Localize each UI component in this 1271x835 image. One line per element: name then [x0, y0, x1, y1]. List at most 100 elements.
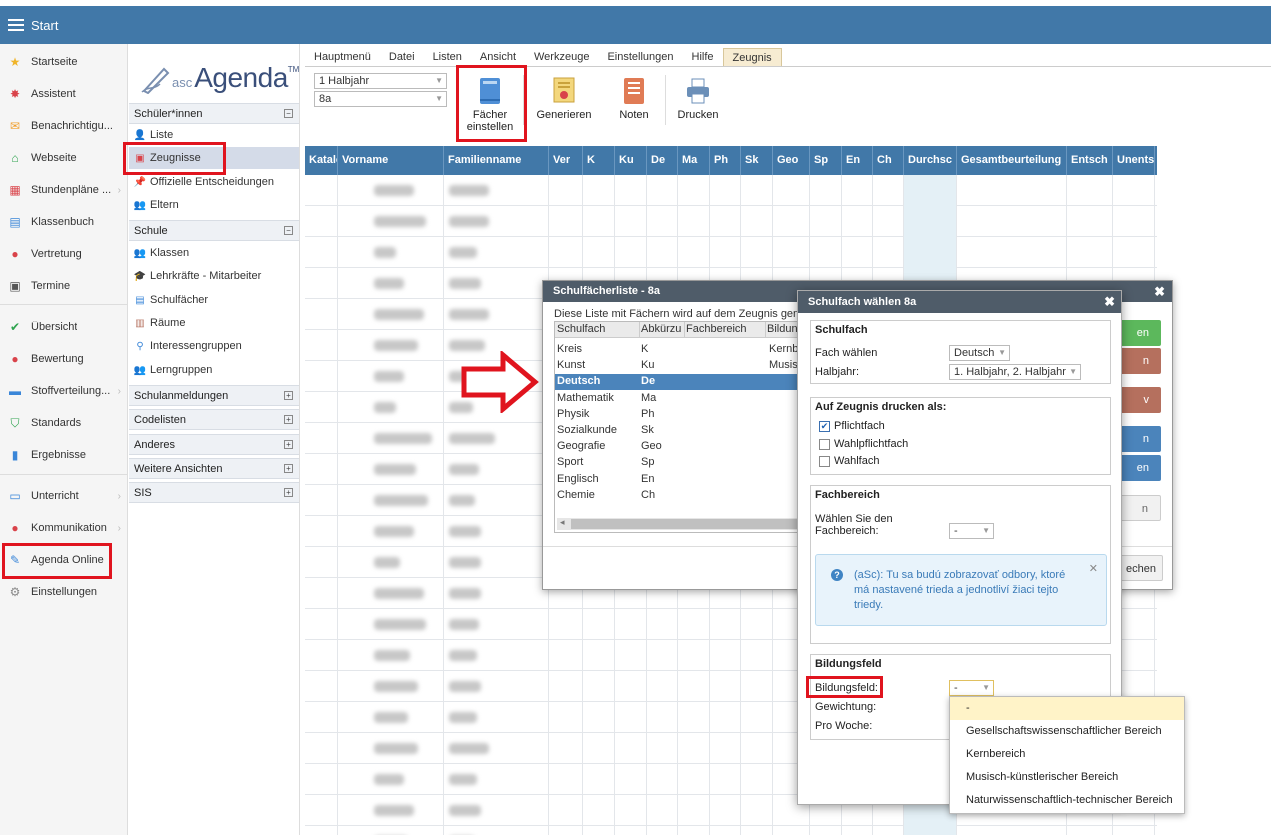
scroll-left-icon[interactable]: ◂: [560, 517, 565, 528]
column-header-k[interactable]: K: [583, 146, 615, 175]
column-header-en[interactable]: En: [842, 146, 873, 175]
menu-hilfe[interactable]: Hilfe: [683, 48, 723, 66]
nav-item-termine[interactable]: ▣ Termine: [0, 271, 127, 301]
nav-item-ergebnisse[interactable]: ▮ Ergebnisse: [0, 440, 127, 470]
dropdown-option-kernbereich[interactable]: Kernbereich: [950, 743, 1184, 766]
column-header-ph[interactable]: Ph: [710, 146, 741, 175]
menu-einstellungen[interactable]: Einstellungen: [598, 48, 682, 66]
column-header-de[interactable]: De: [647, 146, 678, 175]
wahlpflichtfach-checkbox[interactable]: [819, 439, 830, 450]
expand-icon[interactable]: +: [284, 488, 293, 497]
menu-ansicht[interactable]: Ansicht: [471, 48, 525, 66]
table-row[interactable]: [305, 175, 1157, 206]
expand-icon[interactable]: +: [284, 440, 293, 449]
dropdown-option-naturwissenschaftlich-technischer-bereich[interactable]: Naturwissenschaftlich-technischer Bereic…: [950, 789, 1184, 812]
subject-list-column-abkurzu[interactable]: Abkürzu: [641, 323, 681, 335]
collapse-icon[interactable]: −: [284, 109, 293, 118]
subject-row-chemie[interactable]: Chemie Ch: [555, 488, 803, 504]
bildungsfeld-select[interactable]: - ▼: [949, 680, 994, 696]
close-icon[interactable]: ✖: [1154, 284, 1165, 300]
nav-item-bewertung[interactable]: ● Bewertung: [0, 344, 127, 374]
subject-row-sozialkunde[interactable]: Sozialkunde Sk: [555, 423, 803, 439]
section-sec-schueler[interactable]: Schüler*innen −: [129, 103, 299, 124]
nav-item-standards[interactable]: ⛉ Standards: [0, 408, 127, 438]
horizontal-scrollbar[interactable]: ◂: [557, 517, 803, 530]
fach-select[interactable]: Deutsch ▼: [949, 345, 1010, 361]
expand-icon[interactable]: +: [284, 464, 293, 473]
nav-item-webseite[interactable]: ⌂ Webseite: [0, 143, 127, 173]
panel-item-items-schule-1[interactable]: 🎓 Lehrkräfte - Mitarbeiter: [129, 265, 299, 287]
collapse-icon[interactable]: −: [284, 226, 293, 235]
fachbereich-select[interactable]: - ▼: [949, 523, 994, 539]
generieren-button[interactable]: Generieren: [535, 77, 593, 121]
column-header-vorname[interactable]: Vorname: [338, 146, 444, 175]
dropdown-option-musisch-kunstlerischer-bereich[interactable]: Musisch-künstlerischer Bereich: [950, 766, 1184, 789]
section-1[interactable]: Codelisten +: [129, 409, 299, 430]
remove-button[interactable]: v: [1119, 387, 1161, 413]
nav-item-benachrichtigu[interactable]: ✉ Benachrichtigu...: [0, 111, 127, 141]
column-header-gesamtbeurteilung[interactable]: Gesamtbeurteilung: [957, 146, 1067, 175]
subject-row-physik[interactable]: Physik Ph: [555, 407, 803, 423]
column-header-ver[interactable]: Ver: [549, 146, 583, 175]
panel-item-items-schule-0[interactable]: 👥 Klassen: [129, 242, 299, 264]
menu-listen[interactable]: Listen: [424, 48, 471, 66]
subject-row-englisch[interactable]: Englisch En: [555, 472, 803, 488]
top-bar-title[interactable]: Start: [31, 18, 58, 33]
column-header-familienname[interactable]: Familienname: [444, 146, 549, 175]
table-row[interactable]: [305, 237, 1157, 268]
column-header-sp[interactable]: Sp: [810, 146, 842, 175]
hamburger-menu-icon[interactable]: [8, 19, 24, 31]
panel-item-items-schueler-3[interactable]: 👥 Eltern: [129, 194, 299, 216]
menu-werkzeuge[interactable]: Werkzeuge: [525, 48, 598, 66]
drucken-button[interactable]: Drucken: [675, 77, 721, 121]
subject-row-sport[interactable]: Sport Sp: [555, 455, 803, 471]
nav-item-stundenplane[interactable]: ▦ Stundenpläne ... ›: [0, 175, 127, 205]
move-up-button[interactable]: n: [1119, 426, 1161, 452]
edit-button[interactable]: n: [1119, 348, 1161, 374]
section-sec-schule[interactable]: Schule −: [129, 220, 299, 241]
close-icon[interactable]: ✖: [1104, 294, 1115, 310]
panel-item-items-schule-4[interactable]: ⚲ Interessengruppen: [129, 335, 299, 357]
expand-icon[interactable]: +: [284, 415, 293, 424]
subject-list-column-schulfach[interactable]: Schulfach: [557, 323, 605, 335]
panel-item-items-schule-5[interactable]: 👥 Lerngruppen: [129, 359, 299, 381]
nav-item-klassenbuch[interactable]: ▤ Klassenbuch: [0, 207, 127, 237]
subject-row-geografie[interactable]: Geografie Geo: [555, 439, 803, 455]
menu-datei[interactable]: Datei: [380, 48, 424, 66]
section-2[interactable]: Anderes +: [129, 434, 299, 455]
section-4[interactable]: SIS +: [129, 482, 299, 503]
subject-list-column-fachbereich[interactable]: Fachbereich: [686, 323, 747, 335]
dropdown-option-gesellschaftswissenschaftlicher-bereich[interactable]: Gesellschaftswissenschaftlicher Bereich: [950, 720, 1184, 743]
nav-item-einstellungen[interactable]: ⚙ Einstellungen: [0, 577, 127, 607]
column-header-unents[interactable]: Unents: [1113, 146, 1155, 175]
wahlfach-checkbox[interactable]: [819, 456, 830, 467]
column-header-ma[interactable]: Ma: [678, 146, 710, 175]
period-select[interactable]: 1 Halbjahr ▼: [314, 73, 447, 89]
pflichtfach-checkbox[interactable]: ✔: [819, 421, 830, 432]
section-0[interactable]: Schulanmeldungen +: [129, 385, 299, 406]
expand-icon[interactable]: +: [284, 391, 293, 400]
column-header-ch[interactable]: Ch: [873, 146, 904, 175]
nav-item-startseite[interactable]: ★ Startseite: [0, 47, 127, 77]
class-select[interactable]: 8a ▼: [314, 91, 447, 107]
move-down-button[interactable]: en: [1119, 455, 1161, 481]
close-info-icon[interactable]: ✕: [1089, 562, 1098, 575]
section-3[interactable]: Weitere Ansichten +: [129, 458, 299, 479]
subject-list-column-bildun[interactable]: Bildun: [767, 323, 798, 335]
subject-row-mathematik[interactable]: Mathematik Ma: [555, 391, 803, 407]
nav-item-assistent[interactable]: ✸ Assistent: [0, 79, 127, 109]
close-dialog-button[interactable]: echen: [1119, 555, 1163, 581]
other-button[interactable]: n: [1119, 495, 1161, 521]
halbjahr-select[interactable]: 1. Halbjahr, 2. Halbjahr ▼: [949, 364, 1081, 380]
add-button[interactable]: en: [1119, 320, 1161, 346]
subject-row-kreis[interactable]: Kreis K Kernb: [555, 342, 803, 358]
panel-item-items-schule-2[interactable]: ▤ Schulfächer: [129, 289, 299, 311]
table-row[interactable]: [305, 206, 1157, 237]
scrollbar-thumb[interactable]: [571, 519, 797, 529]
panel-item-items-schule-3[interactable]: ▥ Räume: [129, 312, 299, 334]
column-header-durchsc[interactable]: Durchsc: [904, 146, 957, 175]
nav-item-unterricht[interactable]: ▭ Unterricht ›: [0, 481, 127, 511]
table-row[interactable]: [305, 826, 1157, 835]
subject-row-kunst[interactable]: Kunst Ku Musis: [555, 358, 803, 374]
column-header-ku[interactable]: Ku: [615, 146, 647, 175]
